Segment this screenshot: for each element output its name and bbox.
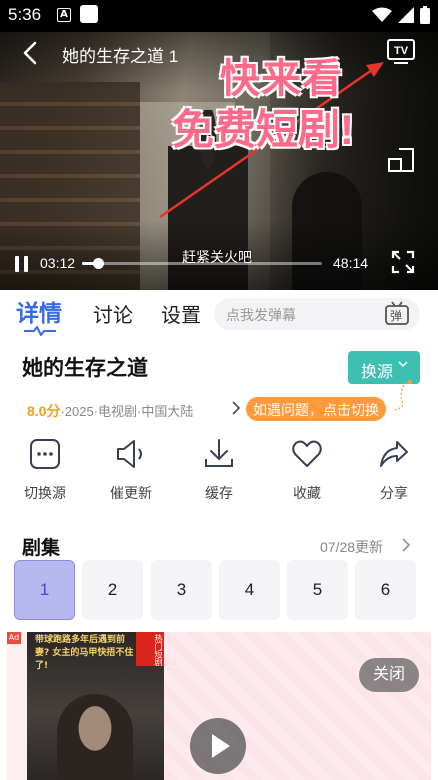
action-share[interactable]: 分享: [363, 437, 425, 503]
status-bar: 5:36 A: [0, 0, 438, 32]
play-icon: [212, 734, 230, 758]
action-download[interactable]: 缓存: [188, 437, 250, 503]
episode-button[interactable]: 5: [287, 560, 348, 620]
status-time: 5:36: [8, 5, 42, 24]
tv-cast-icon[interactable]: TV: [386, 38, 416, 66]
picture-in-picture-icon[interactable]: [387, 147, 415, 173]
danmu-icon-label: 弹: [390, 309, 403, 323]
signal-icon: [398, 7, 414, 23]
progress-knob[interactable]: [92, 258, 104, 269]
action-label: 催更新: [110, 485, 152, 501]
action-switch-source[interactable]: 切换源: [14, 437, 76, 503]
ad-poster-caption: 带球跑路多年后遇到前妻? 女主的马甲快捂不住了!: [35, 635, 134, 671]
notification-icon: [80, 5, 98, 23]
action-urge-update[interactable]: 催更新: [100, 437, 162, 503]
action-label: 切换源: [24, 485, 66, 501]
ad-poster-corner: 热门短剧: [136, 632, 164, 666]
chevron-right-icon[interactable]: [230, 399, 242, 417]
ad-poster: 带球跑路多年后遇到前妻? 女主的马甲快捂不住了! 热门短剧: [27, 632, 164, 780]
share-icon: [380, 441, 408, 467]
action-label: 收藏: [293, 485, 321, 501]
episode-button[interactable]: 3: [151, 560, 212, 620]
wifi-icon: [372, 7, 392, 22]
page: 5:36 A 她的生存之道 1 TV 赶紧关火吧 03:12 48:14 详情 …: [0, 0, 438, 780]
show-meta: 8.0分·2025·电视剧·中国大陆: [27, 401, 193, 421]
ad-play-button[interactable]: [190, 718, 246, 774]
action-label: 缓存: [205, 485, 233, 501]
megaphone-icon: [117, 440, 142, 468]
chevron-down-icon: [398, 361, 408, 368]
danmu-placeholder: 点我发弹幕: [226, 307, 296, 323]
pause-icon[interactable]: [14, 254, 30, 274]
current-time: 03:12: [40, 255, 76, 271]
ad-headline-2: 免费短剧!: [172, 106, 354, 153]
chevron-right-icon[interactable]: [400, 535, 412, 555]
show-score: 8.0分: [27, 403, 61, 419]
episodes-title: 剧集: [22, 538, 61, 559]
status-icons: [372, 6, 430, 24]
ad-poster-face: [57, 694, 133, 780]
show-meta-text: ·2025·电视剧·中国大陆: [60, 404, 194, 419]
video-title: 她的生存之道 1: [62, 47, 179, 66]
episodes-update[interactable]: 07/28更新: [320, 537, 383, 557]
download-icon: [205, 439, 233, 467]
ad-close-button[interactable]: 关闭: [359, 658, 419, 692]
tab-details[interactable]: 详情: [16, 294, 62, 328]
action-favorite[interactable]: 收藏: [276, 437, 338, 503]
danmu-input[interactable]: 点我发弹幕 弹: [214, 298, 420, 330]
sparkle-deco-icon: [393, 379, 412, 411]
tab-active-indicator: [24, 326, 56, 336]
episode-button[interactable]: 2: [82, 560, 143, 620]
ad-badge: Ad: [7, 632, 21, 644]
show-title: 她的生存之道: [22, 357, 148, 380]
switch-source-icon: [30, 439, 60, 469]
episode-button[interactable]: 1: [14, 560, 75, 620]
back-icon[interactable]: [18, 40, 44, 66]
heart-icon: [292, 440, 322, 467]
app-a-icon: A: [57, 8, 71, 22]
episode-button[interactable]: 6: [355, 560, 416, 620]
progress-bar[interactable]: [82, 258, 322, 269]
action-label: 分享: [380, 485, 408, 501]
tab-discussion[interactable]: 讨论: [93, 299, 133, 328]
video-player[interactable]: 她的生存之道 1 TV 赶紧关火吧 03:12 48:14: [0, 32, 438, 290]
svg-text:TV: TV: [394, 45, 409, 57]
fullscreen-icon[interactable]: [391, 250, 415, 274]
total-time: 48:14: [333, 255, 369, 271]
battery-icon: [420, 6, 430, 24]
episode-button[interactable]: 4: [219, 560, 280, 620]
tab-settings[interactable]: 设置: [161, 299, 201, 328]
help-switch-tip[interactable]: 如遇问题，点击切换: [246, 397, 386, 421]
